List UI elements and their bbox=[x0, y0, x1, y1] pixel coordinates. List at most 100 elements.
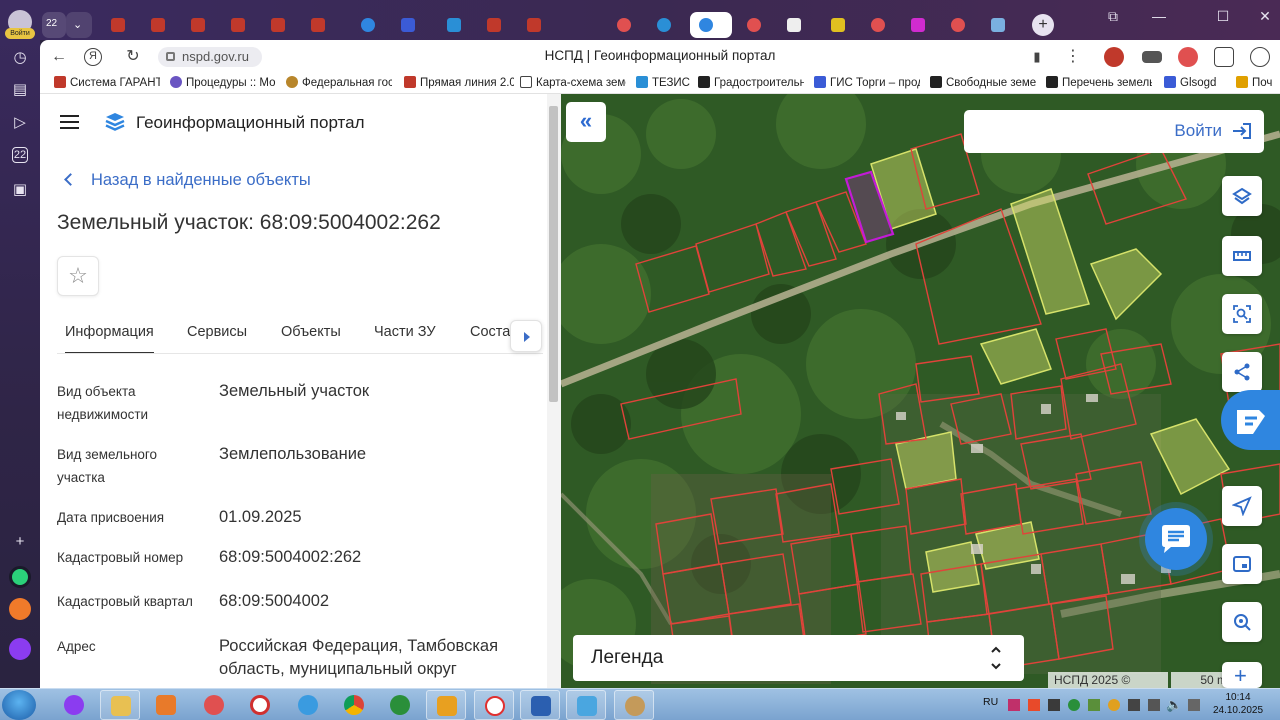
taskbar-app[interactable] bbox=[288, 690, 328, 720]
bookmark-item[interactable]: Система ГАРАНТ bbox=[54, 76, 160, 89]
downloads-icon[interactable] bbox=[1250, 47, 1270, 67]
tab[interactable] bbox=[982, 12, 1016, 38]
favorite-button[interactable]: ☆ bbox=[57, 256, 99, 296]
taskbar-app[interactable] bbox=[100, 690, 140, 720]
taskbar-app[interactable] bbox=[334, 690, 374, 720]
new-tab-button[interactable]: + bbox=[1032, 14, 1054, 36]
pin-icon[interactable]: ⧉ bbox=[1102, 6, 1124, 26]
bookmark-item[interactable]: Карта-схема земе bbox=[520, 76, 626, 89]
tab[interactable] bbox=[102, 12, 136, 38]
taskbar-app[interactable] bbox=[146, 690, 186, 720]
satellite-map[interactable] bbox=[561, 94, 1280, 688]
tab-services[interactable]: Сервисы bbox=[187, 324, 247, 340]
tab[interactable] bbox=[222, 12, 256, 38]
back-to-results-link[interactable]: Назад в найденные объекты bbox=[62, 171, 311, 190]
app-shortcut-icon[interactable] bbox=[9, 566, 31, 588]
bookmark-item[interactable]: Перечень земельн bbox=[1046, 76, 1152, 89]
tray-icon[interactable] bbox=[1048, 699, 1060, 711]
bookmark-icon[interactable]: ▮ bbox=[1026, 46, 1048, 68]
history-icon[interactable]: ◷ bbox=[10, 48, 30, 68]
chat-button[interactable] bbox=[1145, 508, 1207, 570]
collections-icon[interactable]: ▤ bbox=[10, 80, 30, 100]
side-widget-button[interactable] bbox=[1221, 390, 1280, 450]
screenshot-icon[interactable]: ▣ bbox=[10, 180, 30, 200]
tab[interactable] bbox=[142, 12, 176, 38]
tray-icon[interactable] bbox=[1028, 699, 1040, 711]
tray-icon[interactable] bbox=[1128, 699, 1140, 711]
map-login-button[interactable]: Войти bbox=[964, 110, 1264, 153]
tab-counter[interactable]: 22 bbox=[42, 12, 66, 38]
tabs-dropdown-button[interactable]: ⌄ bbox=[66, 12, 92, 38]
more-icon[interactable]: ⋮ bbox=[1062, 46, 1084, 68]
navigate-button[interactable] bbox=[1222, 486, 1262, 526]
taskbar-app[interactable] bbox=[240, 690, 280, 720]
legend-panel[interactable]: Легенда bbox=[573, 635, 1024, 681]
taskbar-app[interactable] bbox=[520, 690, 560, 720]
extension-icon[interactable] bbox=[1142, 51, 1162, 63]
bookmark-item[interactable]: Прямая линия 2.0 bbox=[404, 76, 514, 89]
tab-information[interactable]: Информация bbox=[65, 324, 154, 353]
taskbar-app[interactable] bbox=[566, 690, 606, 720]
bookmark-item[interactable]: ГИС Торги – прод bbox=[814, 76, 920, 89]
taskbar-app[interactable] bbox=[426, 690, 466, 720]
mail-app-icon[interactable] bbox=[9, 598, 31, 620]
tab[interactable] bbox=[822, 12, 856, 38]
bookmark-item[interactable]: Glsogd bbox=[1164, 76, 1224, 89]
tab-objects[interactable]: Объекты bbox=[281, 324, 341, 340]
maximize-button[interactable]: ☐ bbox=[1212, 6, 1234, 26]
tray-icon[interactable] bbox=[1008, 699, 1020, 711]
taskbar-app[interactable] bbox=[194, 690, 234, 720]
power-icon[interactable] bbox=[1188, 699, 1200, 711]
tab[interactable] bbox=[902, 12, 936, 38]
tab[interactable] bbox=[778, 12, 812, 38]
tray-icon[interactable] bbox=[1088, 699, 1100, 711]
extension-icon[interactable] bbox=[1104, 47, 1124, 67]
tab-parts[interactable]: Части ЗУ bbox=[374, 324, 436, 340]
bookmark-item[interactable]: ТЕЗИС bbox=[636, 76, 696, 89]
bookmark-item[interactable]: Федеральная гос bbox=[286, 76, 392, 89]
area-search-button[interactable] bbox=[1222, 294, 1262, 334]
taskbar-app[interactable] bbox=[54, 690, 94, 720]
taskbar-app[interactable] bbox=[614, 690, 654, 720]
tab[interactable] bbox=[352, 12, 386, 38]
tabs-count-icon[interactable]: 22 bbox=[12, 147, 28, 163]
start-button[interactable] bbox=[2, 690, 36, 720]
network-icon[interactable] bbox=[1148, 699, 1160, 711]
tab[interactable] bbox=[392, 12, 426, 38]
bookmark-item[interactable]: Поч bbox=[1236, 76, 1280, 89]
tab-composition[interactable]: Соста bbox=[470, 324, 510, 340]
zoom-in-button[interactable]: + bbox=[1222, 662, 1262, 688]
tab[interactable] bbox=[608, 12, 642, 38]
tray-icon[interactable] bbox=[1068, 699, 1080, 711]
tab-active-nspd[interactable] bbox=[690, 12, 732, 38]
tab[interactable] bbox=[478, 12, 512, 38]
ruler-button[interactable] bbox=[1222, 236, 1262, 276]
extension-icon[interactable] bbox=[1178, 47, 1198, 67]
taskbar-app[interactable] bbox=[474, 690, 514, 720]
close-window-button[interactable]: ✕ bbox=[1254, 6, 1276, 26]
map-view[interactable]: « Войти Легенда НСПД 2025 © 50 m + bbox=[561, 94, 1280, 688]
media-icon[interactable]: ▷ bbox=[10, 113, 30, 133]
tabs-scroll-right-button[interactable] bbox=[510, 320, 542, 352]
minimap-button[interactable] bbox=[1222, 544, 1262, 584]
minimize-button[interactable]: — bbox=[1148, 6, 1170, 26]
extension-icon[interactable] bbox=[1214, 47, 1234, 67]
tab[interactable] bbox=[262, 12, 296, 38]
tab[interactable] bbox=[518, 12, 552, 38]
volume-icon[interactable]: 🔈 bbox=[1166, 697, 1182, 713]
collapse-panel-button[interactable]: « bbox=[566, 102, 606, 142]
taskbar-app[interactable] bbox=[380, 690, 420, 720]
tab[interactable] bbox=[862, 12, 896, 38]
language-indicator[interactable]: RU bbox=[983, 696, 998, 708]
share-button[interactable] bbox=[1222, 352, 1262, 392]
scrollbar-thumb[interactable] bbox=[549, 106, 558, 402]
tab[interactable] bbox=[648, 12, 682, 38]
bookmark-item[interactable]: Процедуры :: Мо bbox=[170, 76, 276, 89]
login-badge[interactable]: Войти bbox=[5, 28, 35, 39]
location-search-button[interactable] bbox=[1222, 602, 1262, 642]
add-panel-icon[interactable]: + bbox=[10, 532, 30, 552]
tab[interactable] bbox=[942, 12, 976, 38]
tab[interactable] bbox=[438, 12, 472, 38]
menu-icon[interactable] bbox=[60, 115, 79, 129]
tab[interactable] bbox=[182, 12, 216, 38]
